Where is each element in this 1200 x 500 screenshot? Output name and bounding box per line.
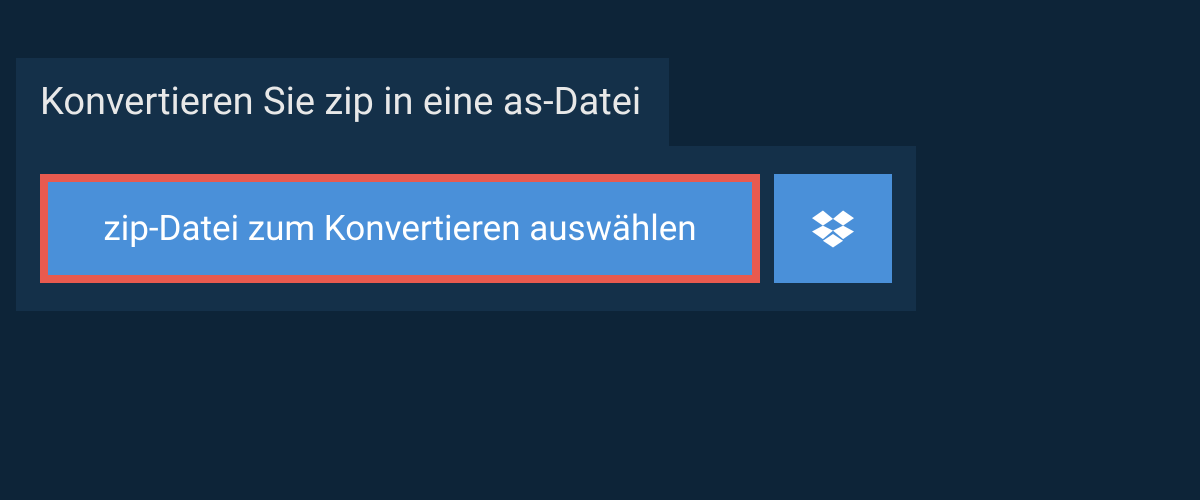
header-bar: Konvertieren Sie zip in eine as-Datei — [16, 58, 669, 146]
action-panel: zip-Datei zum Konvertieren auswählen — [16, 146, 916, 311]
dropbox-button[interactable] — [774, 174, 892, 283]
select-file-button[interactable]: zip-Datei zum Konvertieren auswählen — [40, 174, 760, 283]
page-title: Konvertieren Sie zip in eine as-Datei — [40, 80, 641, 124]
dropbox-icon — [812, 210, 854, 248]
